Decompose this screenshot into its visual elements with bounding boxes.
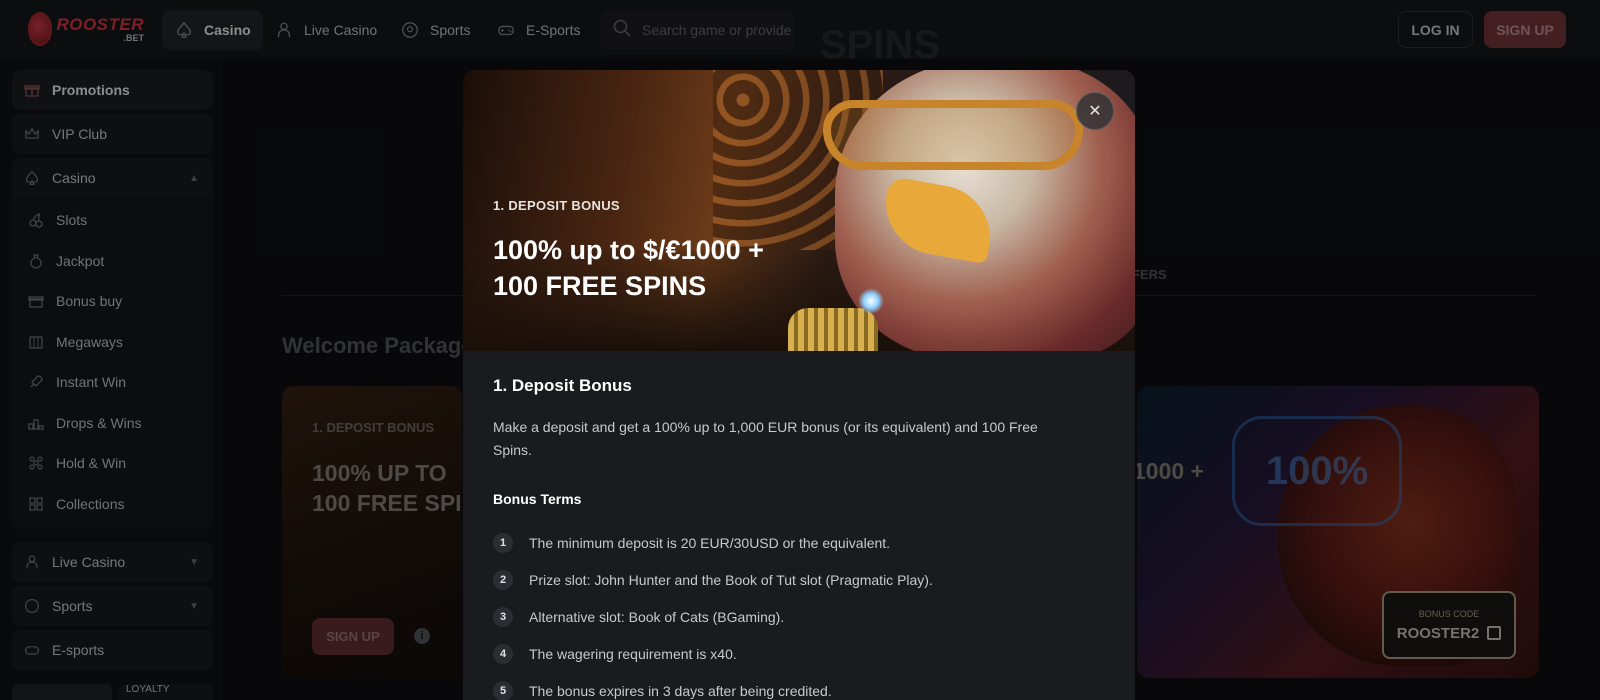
hero-label: 1. DEPOSIT BONUS — [493, 198, 620, 213]
modal-hero-banner: 1. DEPOSIT BONUS 100% up to $/€1000 + 10… — [463, 70, 1135, 351]
hero-title: 100% up to $/€1000 + 100 FREE SPINS — [493, 235, 764, 301]
term-number: 1 — [493, 532, 513, 553]
bonus-terms-heading: Bonus Terms — [493, 491, 582, 507]
sunglasses-illustration — [823, 100, 1083, 170]
modal-title: 1. Deposit Bonus — [493, 376, 632, 395]
term-number: 4 — [493, 643, 513, 664]
bonus-terms-list: 1 The minimum deposit is 20 EUR/30USD or… — [493, 524, 1105, 700]
list-item: 2 Prize slot: John Hunter and the Book o… — [493, 561, 1105, 598]
list-item: 3 Alternative slot: Book of Cats (BGamin… — [493, 598, 1105, 635]
term-text: The wagering requirement is x40. — [529, 645, 737, 662]
close-icon: ✕ — [1088, 103, 1102, 120]
term-text: The bonus expires in 3 days after being … — [529, 682, 832, 699]
modal-body: 1. Deposit Bonus Make a deposit and get … — [493, 376, 1105, 700]
term-text: The minimum deposit is 20 EUR/30USD or t… — [529, 534, 891, 551]
term-number: 3 — [493, 606, 513, 627]
term-number: 5 — [493, 680, 513, 700]
close-button[interactable]: ✕ — [1076, 92, 1114, 130]
modal-description: Make a deposit and get a 100% up to 1,00… — [493, 419, 1038, 458]
term-text: Prize slot: John Hunter and the Book of … — [529, 571, 933, 588]
term-text: Alternative slot: Book of Cats (BGaming)… — [529, 608, 785, 625]
term-number: 2 — [493, 569, 513, 590]
list-item: 4 The wagering requirement is x40. — [493, 635, 1105, 672]
bonus-details-modal: 1. DEPOSIT BONUS 100% up to $/€1000 + 10… — [463, 70, 1135, 700]
microphone-illustration — [788, 308, 878, 351]
list-item: 1 The minimum deposit is 20 EUR/30USD or… — [493, 524, 1105, 561]
sparkle-illustration — [858, 288, 884, 314]
list-item: 5 The bonus expires in 3 days after bein… — [493, 672, 1105, 700]
